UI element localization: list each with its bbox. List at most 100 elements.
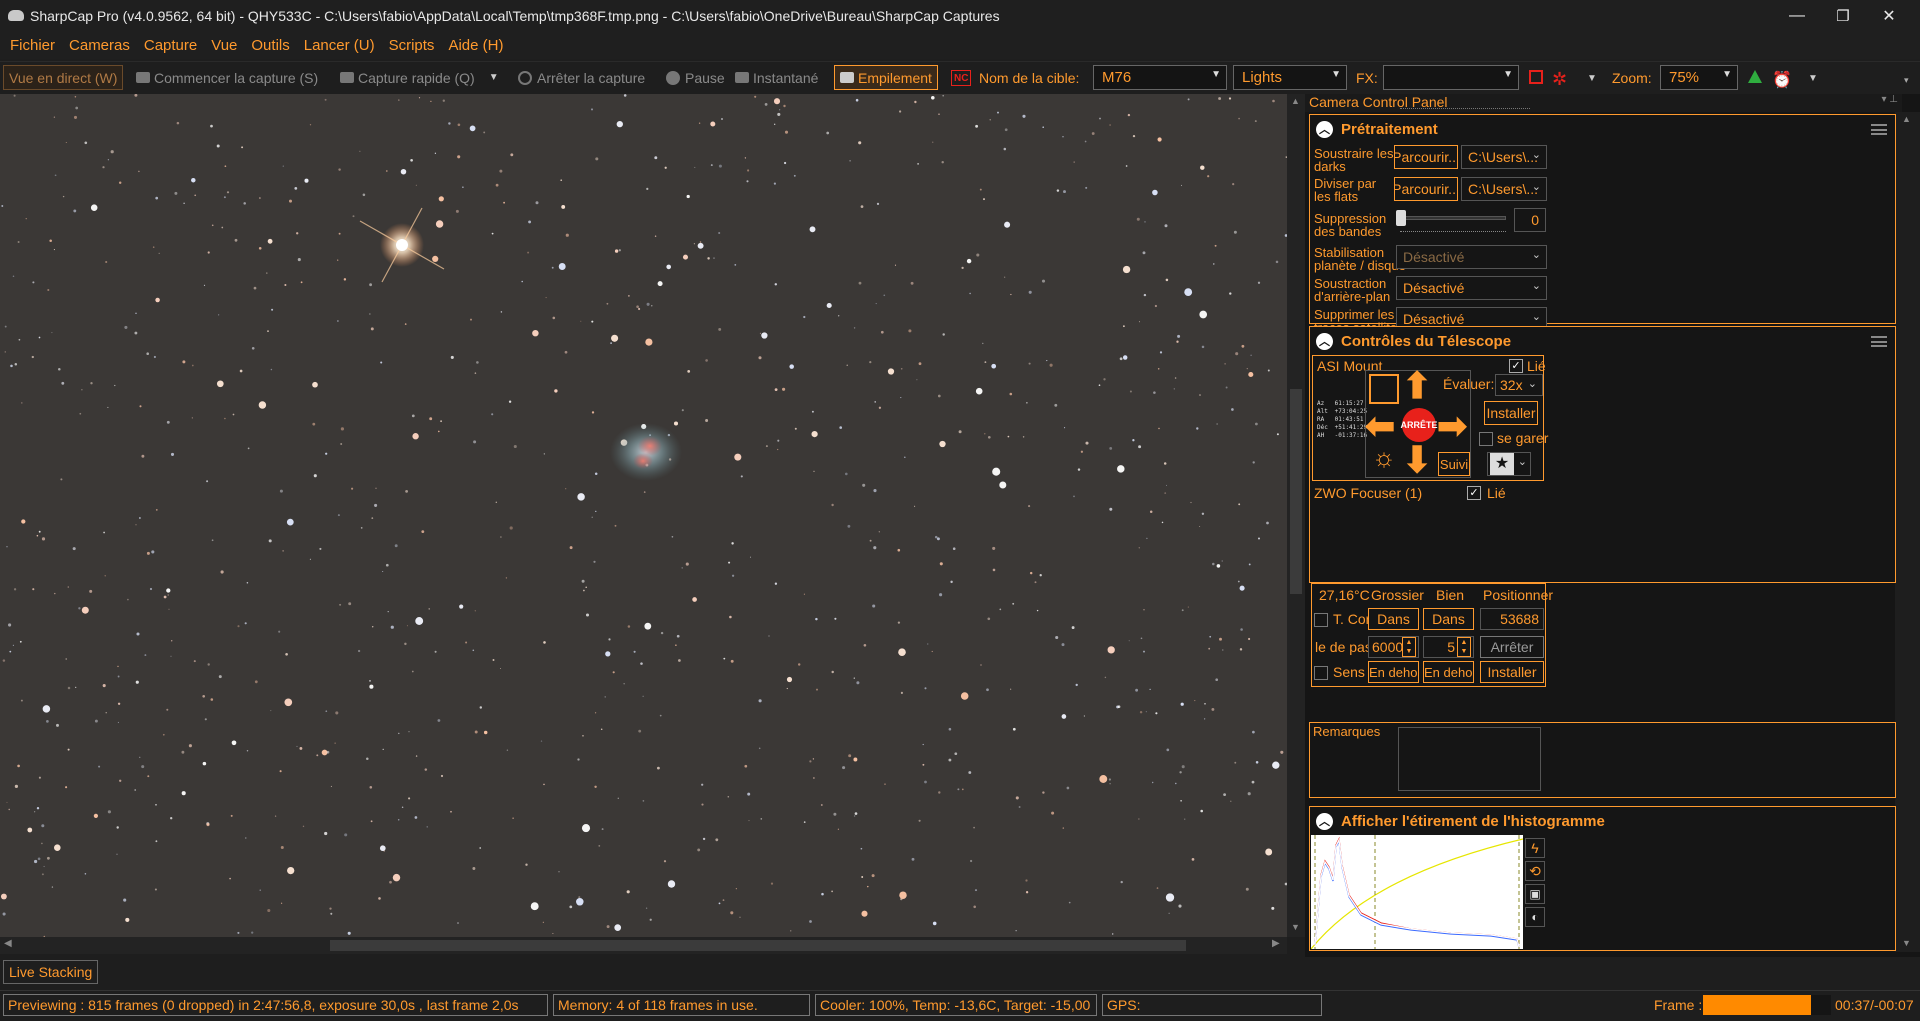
star: [1152, 781, 1154, 784]
stop-slew-button[interactable]: ARRÊTE: [1401, 408, 1438, 442]
restore-button[interactable]: ❐: [1820, 0, 1866, 31]
reset-slew-icon[interactable]: [1369, 374, 1399, 404]
auto-stretch-icon[interactable]: ϟ: [1525, 838, 1545, 858]
collapse-chevron-icon[interactable]: ︿: [1316, 120, 1333, 138]
live-stacking-tab[interactable]: Live Stacking: [3, 960, 99, 984]
save-stretch-icon[interactable]: ▣: [1525, 884, 1545, 904]
horizontal-scrollbar[interactable]: ◀ ▶: [0, 937, 1287, 954]
menu-lancer[interactable]: Lancer (U): [297, 37, 382, 54]
title-bar: SharpCap Pro (v4.0.9562, 64 bit) - QHY53…: [0, 0, 1920, 31]
banding-value-input[interactable]: 0: [1514, 208, 1546, 232]
histogram-chart[interactable]: [1311, 835, 1523, 949]
banding-slider[interactable]: [1400, 216, 1506, 220]
star: [438, 430, 440, 433]
panel-scrollbar[interactable]: ▲ ▼: [1895, 112, 1920, 952]
focuser-linked-checkbox[interactable]: ✓: [1467, 486, 1481, 500]
star: [36, 534, 39, 537]
telescope-header[interactable]: ︿ Contrôles du Télescope: [1310, 327, 1895, 355]
menu-vue[interactable]: Vue: [204, 37, 244, 54]
start-capture-button[interactable]: Commencer la capture (S): [136, 65, 318, 90]
slew-east-icon[interactable]: ➡: [1437, 408, 1467, 444]
star: [1177, 334, 1181, 338]
chevron-down-icon[interactable]: ▼: [489, 72, 499, 83]
mount-linked-checkbox[interactable]: ✓: [1509, 359, 1523, 373]
star: [243, 202, 246, 205]
menu-capture[interactable]: Capture: [137, 37, 204, 54]
slew-south-icon[interactable]: ⬇: [1402, 442, 1432, 478]
collapse-chevron-icon[interactable]: ︿: [1316, 812, 1333, 830]
star-dropdown[interactable]: ★ ⌄: [1487, 452, 1531, 476]
flats-path-dropdown[interactable]: C:\Users\... ⌄: [1461, 177, 1547, 201]
darks-browse-button[interactable]: Parcourir...: [1394, 145, 1458, 169]
star: [268, 539, 272, 543]
star: [21, 519, 26, 524]
star: [1214, 244, 1217, 247]
scroll-up-icon[interactable]: ▲: [1291, 96, 1300, 106]
nc-badge[interactable]: NC: [951, 70, 972, 86]
contrast-icon[interactable]: ◐: [1525, 907, 1545, 927]
slew-west-icon[interactable]: ⬅: [1365, 408, 1395, 444]
banding-slider-thumb[interactable]: [1396, 210, 1406, 226]
star: [284, 698, 293, 707]
m76-nebula: [610, 423, 682, 481]
vertical-scrollbar[interactable]: ▲ ▼: [1287, 94, 1305, 937]
star: [476, 361, 479, 364]
notes-textarea[interactable]: [1398, 727, 1541, 791]
chevron-down-icon[interactable]: ▼: [1808, 66, 1818, 91]
flats-browse-button[interactable]: Parcourir...: [1394, 177, 1458, 201]
stabilisation-value: Désactivé: [1403, 249, 1465, 265]
pin-icon[interactable]: ▾ ⊥: [1881, 94, 1898, 105]
star: [309, 558, 311, 560]
star: [51, 886, 54, 888]
histogram-icon[interactable]: [1748, 70, 1762, 83]
reset-stretch-icon[interactable]: ⟲: [1525, 861, 1545, 881]
zoom-combo[interactable]: 75% ▼: [1660, 65, 1738, 90]
park-checkbox[interactable]: [1479, 432, 1493, 446]
scroll-right-icon[interactable]: ▶: [1272, 938, 1280, 949]
alarm-icon[interactable]: ⏰: [1772, 67, 1792, 92]
image-viewport[interactable]: [0, 94, 1287, 937]
snapshot-button[interactable]: Instantané: [735, 65, 818, 90]
menu-outils[interactable]: Outils: [244, 37, 296, 54]
stop-capture-button[interactable]: Arrêter la capture: [518, 65, 645, 90]
quick-capture-label: Capture rapide (Q): [358, 69, 475, 86]
target-name-combo[interactable]: M76 ▼: [1093, 65, 1227, 90]
slew-north-icon[interactable]: ⬆: [1402, 368, 1432, 404]
sun-icon[interactable]: ☼: [1369, 442, 1399, 472]
menu-icon[interactable]: [1871, 335, 1887, 347]
minimize-button[interactable]: —: [1774, 0, 1820, 31]
histogram-header[interactable]: ︿ Afficher l'étirement de l'histogramme: [1310, 807, 1895, 835]
tracking-button[interactable]: Suivi: [1438, 452, 1470, 476]
menu-fichier[interactable]: Fichier: [3, 37, 62, 54]
scroll-down-icon[interactable]: ▼: [1902, 938, 1911, 948]
horizontal-scroll-thumb[interactable]: [330, 940, 1186, 951]
frame-type-combo[interactable]: Lights ▼: [1233, 65, 1347, 90]
background-dropdown[interactable]: Désactivé ⌄: [1396, 276, 1547, 300]
preprocessing-header[interactable]: ︿ Prétraitement: [1310, 115, 1895, 143]
selection-rect-icon[interactable]: [1529, 70, 1543, 84]
close-button[interactable]: ✕: [1866, 0, 1912, 31]
scroll-down-icon[interactable]: ▼: [1291, 922, 1300, 932]
vertical-scroll-thumb[interactable]: [1290, 389, 1302, 594]
darks-path-dropdown[interactable]: C:\Users\... ⌄: [1461, 145, 1547, 169]
collapse-chevron-icon[interactable]: ︿: [1316, 332, 1333, 350]
fx-combo[interactable]: ▼: [1383, 65, 1519, 90]
scroll-up-icon[interactable]: ▲: [1902, 114, 1911, 124]
star: [853, 327, 856, 329]
live-view-button[interactable]: Vue en direct (W): [3, 65, 124, 90]
rate-dropdown[interactable]: 32x ⌄: [1495, 374, 1543, 396]
menu-scripts[interactable]: Scripts: [382, 37, 442, 54]
menu-aide[interactable]: Aide (H): [441, 37, 510, 54]
star: [60, 478, 63, 481]
overflow-icon[interactable]: ▾: [1904, 68, 1909, 93]
stabilisation-dropdown[interactable]: Désactivé ⌄: [1396, 245, 1547, 269]
chevron-down-icon[interactable]: ▼: [1587, 66, 1597, 91]
quick-capture-button[interactable]: Capture rapide (Q) ▼: [340, 65, 499, 90]
stacking-button[interactable]: Empilement: [834, 65, 938, 90]
menu-cameras[interactable]: Cameras: [62, 37, 137, 54]
crosshair-icon[interactable]: ✲: [1552, 67, 1567, 92]
scroll-left-icon[interactable]: ◀: [4, 938, 12, 949]
pause-button[interactable]: Pause: [666, 65, 725, 90]
menu-icon[interactable]: [1871, 123, 1887, 135]
mount-install-button[interactable]: Installer: [1484, 401, 1538, 425]
